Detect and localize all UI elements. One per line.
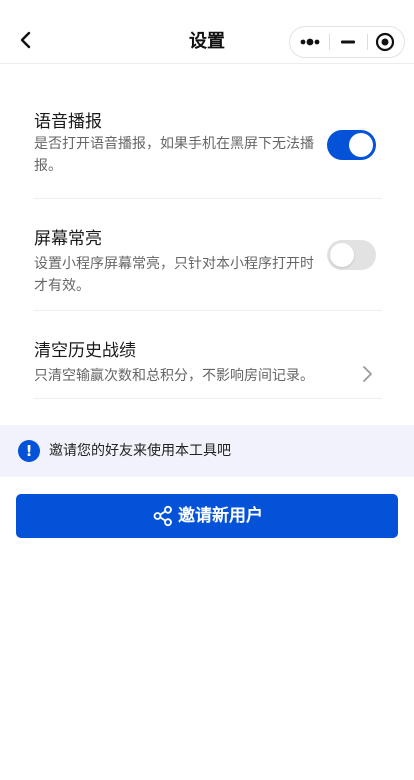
- voice-broadcast-toggle[interactable]: [327, 130, 376, 160]
- invite-banner: ! 邀请您的好友来使用本工具吧: [0, 425, 414, 477]
- close-button[interactable]: [368, 27, 404, 57]
- invite-button-label: 邀请新用户: [178, 506, 263, 526]
- target-circle-icon: [375, 32, 395, 52]
- settings-list: 语音播报 是否打开语音播报，如果手机在黑屏下无法播报。 屏幕常亮 设置小程序屏幕…: [34, 90, 382, 399]
- more-dots-icon: [300, 38, 320, 46]
- setting-keep-screen-on: 屏幕常亮 设置小程序屏幕常亮，只针对本小程序打开时才有效。: [34, 199, 382, 311]
- more-button[interactable]: [290, 27, 328, 57]
- setting-description: 设置小程序屏幕常亮，只针对本小程序打开时才有效。: [34, 256, 314, 294]
- setting-description: 只清空输赢次数和总积分，不影响房间记录。: [34, 368, 314, 384]
- mini-program-capsule: [289, 26, 405, 58]
- minus-icon: [341, 40, 355, 44]
- invite-banner-text: 邀请您的好友来使用本工具吧: [49, 443, 231, 459]
- minimize-button[interactable]: [330, 27, 366, 57]
- toggle-knob: [349, 133, 373, 157]
- chevron-right-icon[interactable]: [360, 365, 374, 383]
- setting-voice-broadcast: 语音播报 是否打开语音播报，如果手机在黑屏下无法播报。: [34, 90, 382, 199]
- setting-clear-history[interactable]: 清空历史战绩 只清空输赢次数和总积分，不影响房间记录。: [34, 311, 382, 399]
- invite-new-user-button[interactable]: 邀请新用户: [16, 494, 398, 538]
- setting-title: 屏幕常亮: [34, 229, 102, 249]
- navigation-bar: 设置: [0, 0, 414, 64]
- setting-title: 清空历史战绩: [34, 341, 136, 361]
- setting-description: 是否打开语音播报，如果手机在黑屏下无法播报。: [34, 136, 314, 174]
- setting-title: 语音播报: [34, 112, 102, 132]
- info-icon: !: [18, 440, 40, 462]
- share-icon: [153, 505, 172, 527]
- keep-screen-on-toggle[interactable]: [327, 240, 376, 270]
- toggle-knob: [330, 243, 354, 267]
